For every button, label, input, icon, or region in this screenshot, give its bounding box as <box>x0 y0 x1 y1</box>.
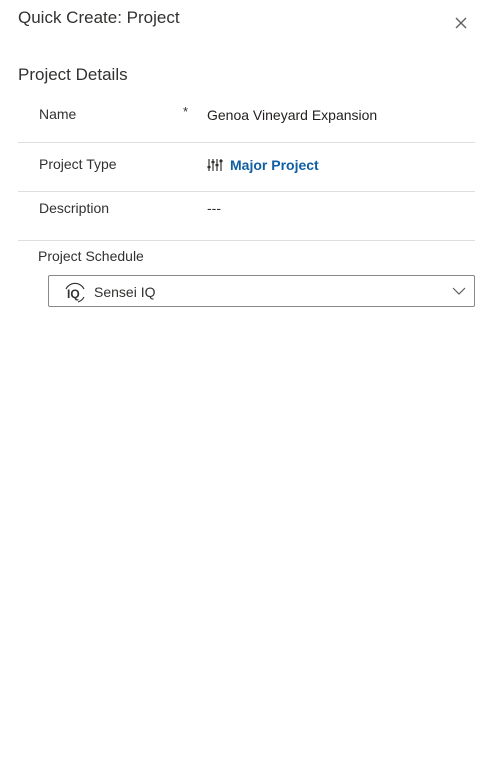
field-row-description: Description --- <box>18 192 475 241</box>
description-label: Description <box>39 200 110 216</box>
required-indicator: * <box>183 104 189 119</box>
field-row-name: Name * Genoa Vineyard Expansion <box>18 96 475 143</box>
project-type-link[interactable]: Major Project <box>230 156 319 174</box>
name-field[interactable]: Genoa Vineyard Expansion <box>207 106 377 124</box>
project-schedule-label: Project Schedule <box>38 248 144 264</box>
svg-text:IQ: IQ <box>67 287 80 301</box>
dialog-title: Quick Create: Project <box>18 8 180 27</box>
field-row-project-type: Project Type Major Project <box>18 143 475 192</box>
chevron-down-icon <box>451 283 467 299</box>
project-schedule-selected: Sensei IQ <box>94 284 156 300</box>
close-button[interactable] <box>451 13 471 33</box>
iq-logo-icon: IQ <box>63 280 87 304</box>
quick-create-panel: Quick Create: Project Project Details Na… <box>0 0 489 780</box>
sliders-icon <box>207 158 223 172</box>
name-label: Name <box>39 106 77 122</box>
close-icon <box>451 13 471 33</box>
description-field[interactable]: --- <box>207 199 221 217</box>
project-schedule-dropdown[interactable]: IQ Sensei IQ <box>48 275 475 307</box>
section-title: Project Details <box>18 65 128 84</box>
project-type-label: Project Type <box>39 156 117 172</box>
project-type-value: Major Project <box>207 156 319 174</box>
